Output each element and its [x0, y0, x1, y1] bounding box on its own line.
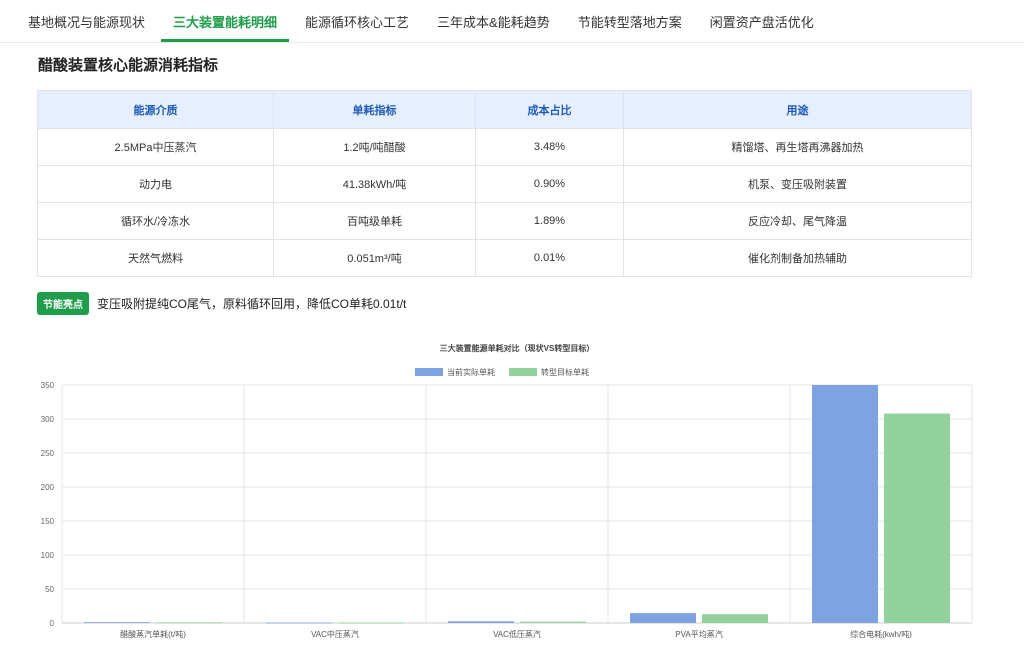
chart-bar — [630, 613, 696, 623]
table-header-cell: 用途 — [623, 90, 972, 129]
table-cell: 循环水/冷冻水 — [37, 202, 274, 240]
table-cell: 催化剂制备加热辅助 — [623, 239, 972, 277]
y-tick-label: 200 — [41, 483, 55, 492]
tab-energy-cycle[interactable]: 能源循环核心工艺 — [293, 0, 421, 42]
table-cell: 2.5MPa中压蒸汽 — [37, 128, 274, 166]
chart-title: 三大装置能源单耗对比（现状VS转型目标） — [440, 343, 595, 353]
table-cell: 0.051m³/吨 — [273, 239, 476, 277]
energy-comparison-chart: 三大装置能源单耗对比（现状VS转型目标） 当前实际单耗 转型目标单耗 0 50 100 15… — [0, 330, 1024, 643]
chart-bar — [156, 622, 222, 624]
table-cell: 3.48% — [475, 128, 624, 166]
table-row: 动力电 41.38kWh/吨 0.90% 机泵、变压吸附装置 — [37, 165, 972, 203]
table-cell: 反应冷却、尾气降温 — [623, 202, 972, 240]
table-cell: 1.89% — [475, 202, 624, 240]
chart-bar — [884, 413, 950, 623]
tab-bar: 基地概况与能源现状 三大装置能耗明细 能源循环核心工艺 三年成本&能耗趋势 节能… — [0, 0, 1024, 43]
table-cell: 动力电 — [37, 165, 274, 203]
y-tick-label: 100 — [41, 551, 55, 560]
x-tick-label: 醋酸蒸汽单耗(t/吨) — [120, 629, 186, 639]
y-tick-label: 250 — [41, 449, 55, 458]
tab-energy-detail[interactable]: 三大装置能耗明细 — [161, 0, 290, 42]
section-title: 醋酸装置核心能源消耗指标 — [38, 57, 219, 74]
highlight-text: 变压吸附提纯CO尾气，原料循环回用，降低CO单耗0.01t/t — [97, 297, 407, 311]
chart-bar — [812, 385, 878, 623]
chart-bar — [520, 621, 586, 623]
table-header-cell: 单耗指标 — [273, 90, 476, 129]
legend-label: 转型目标单耗 — [541, 367, 589, 377]
table-cell: 百吨级单耗 — [273, 202, 476, 240]
chart-bar — [338, 622, 404, 624]
table-cell: 1.2吨/吨醋酸 — [273, 128, 476, 166]
chart-bar — [266, 622, 332, 624]
energy-saving-highlight: 节能亮点 变压吸附提纯CO尾气，原料循环回用，降低CO单耗0.01t/t — [37, 292, 406, 315]
legend-swatch — [415, 368, 443, 376]
y-tick-label: 0 — [50, 619, 55, 628]
y-tick-label: 300 — [41, 415, 55, 424]
table-header-cell: 能源介质 — [37, 90, 274, 129]
table-row: 2.5MPa中压蒸汽 1.2吨/吨醋酸 3.48% 精馏塔、再生塔再沸器加热 — [37, 128, 972, 166]
energy-metrics-table: 能源介质 单耗指标 成本占比 用途 2.5MPa中压蒸汽 1.2吨/吨醋酸 3.… — [37, 90, 972, 277]
table-cell: 0.90% — [475, 165, 624, 203]
chart-bar — [448, 621, 514, 623]
x-tick-label: VAC中压蒸汽 — [311, 629, 359, 639]
legend-label: 当前实际单耗 — [447, 367, 495, 377]
y-tick-label: 50 — [45, 585, 54, 594]
chart-svg: 三大装置能源单耗对比（现状VS转型目标） 当前实际单耗 转型目标单耗 0 50 100 15… — [41, 343, 973, 639]
chart-bar — [702, 614, 768, 623]
x-tick-label: 综合电耗(kwh/吨) — [850, 629, 912, 639]
table-header-cell: 成本占比 — [475, 90, 624, 129]
tab-cost-trend[interactable]: 三年成本&能耗趋势 — [425, 0, 562, 42]
chart-bar — [84, 622, 150, 623]
table-header-row: 能源介质 单耗指标 成本占比 用途 — [37, 90, 972, 129]
tab-overview[interactable]: 基地概况与能源现状 — [16, 0, 157, 42]
table-cell: 机泵、变压吸附装置 — [623, 165, 972, 203]
tab-transition-plan[interactable]: 节能转型落地方案 — [566, 0, 694, 42]
table-cell: 精馏塔、再生塔再沸器加热 — [623, 128, 972, 166]
x-tick-label: PVA平均蒸汽 — [675, 629, 722, 639]
highlight-badge: 节能亮点 — [37, 292, 89, 315]
table-row: 循环水/冷冻水 百吨级单耗 1.89% 反应冷却、尾气降温 — [37, 202, 972, 240]
legend-swatch — [509, 368, 537, 376]
table-cell: 41.38kWh/吨 — [273, 165, 476, 203]
y-tick-label: 150 — [41, 517, 55, 526]
table-row: 天然气燃料 0.051m³/吨 0.01% 催化剂制备加热辅助 — [37, 239, 972, 277]
table-cell: 0.01% — [475, 239, 624, 277]
table-cell: 天然气燃料 — [37, 239, 274, 277]
x-tick-label: VAC低压蒸汽 — [493, 629, 541, 639]
tab-idle-assets[interactable]: 闲置资产盘活优化 — [698, 0, 826, 42]
y-tick-label: 350 — [41, 381, 55, 390]
